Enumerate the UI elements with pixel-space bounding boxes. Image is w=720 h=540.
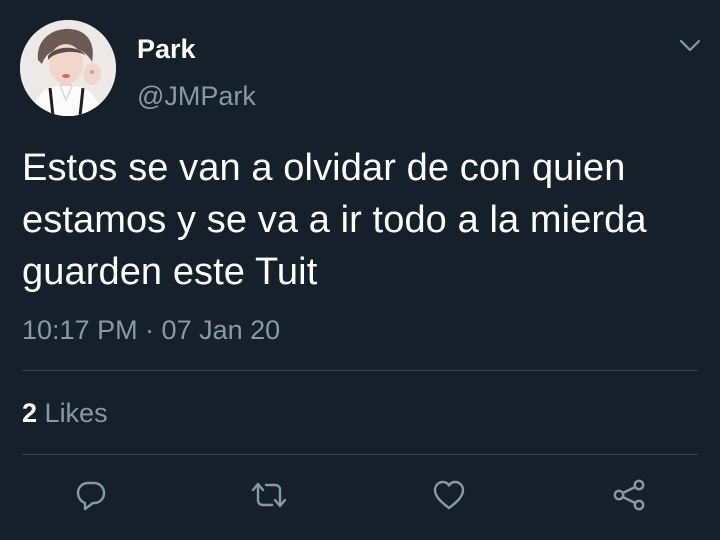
reply-icon[interactable]	[68, 472, 114, 518]
heart-icon[interactable]	[426, 472, 472, 518]
avatar[interactable]	[20, 20, 116, 116]
user-handle[interactable]: @JMPark	[137, 79, 256, 113]
likes-label: Likes	[44, 398, 108, 428]
likes-number: 2	[22, 398, 38, 428]
chevron-down-icon[interactable]	[676, 34, 704, 58]
tweet-text: Estos se van a olvidar de con quien esta…	[22, 147, 647, 293]
display-name[interactable]: Park	[137, 32, 196, 66]
likes-count[interactable]: 2 Likes	[22, 396, 108, 430]
tweet-timestamp[interactable]: 10:17 PM · 07 Jan 20	[22, 313, 280, 347]
divider	[22, 370, 698, 371]
divider	[22, 454, 698, 455]
share-icon[interactable]	[606, 472, 652, 518]
retweet-icon[interactable]	[246, 472, 292, 518]
tweet-action-bar	[0, 472, 720, 518]
